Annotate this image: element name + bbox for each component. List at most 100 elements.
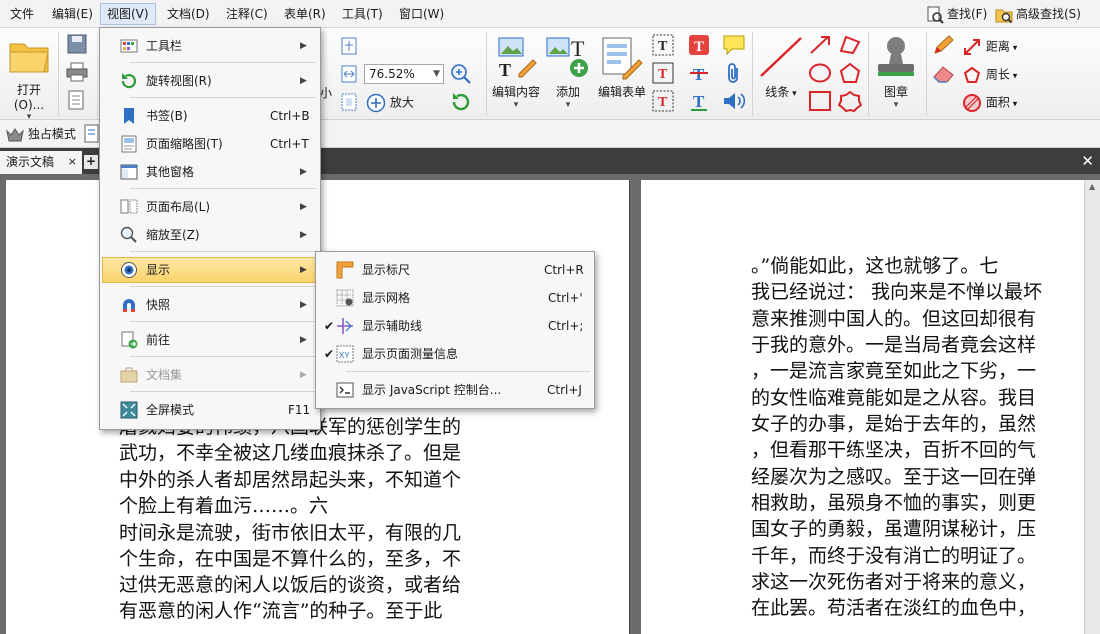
polygon-tool-icon[interactable]	[838, 62, 862, 84]
menu-file[interactable]: 文件	[4, 3, 40, 25]
distance-tool[interactable]: 距离 ▾	[962, 37, 1017, 57]
edit-form-button[interactable]: 编辑表单	[596, 34, 648, 100]
text-line: 求这一次死伤者对于将来的意义，	[751, 571, 1037, 593]
search-button[interactable]: 查找(F)	[926, 3, 987, 25]
menu-item-rotate-view[interactable]: 旋转视图(R) ▶	[102, 68, 318, 94]
typewriter-icon[interactable]: T	[652, 90, 674, 112]
scroll-up-icon[interactable]: ▲	[1089, 182, 1095, 191]
menu-item-bookmarks[interactable]: 书签(B) Ctrl+B	[102, 103, 318, 129]
menu-item-page-layout[interactable]: 页面布局(L) ▶	[102, 194, 318, 220]
menu-item-show-js-console[interactable]: 显示 JavaScript 控制台... Ctrl+J	[318, 377, 592, 403]
menu-form[interactable]: 表单(R)	[278, 3, 332, 25]
rotate-clockwise-icon[interactable]	[450, 91, 472, 113]
thumbnails-icon	[121, 135, 137, 153]
zoom-select[interactable]: 76.52% ▼	[364, 64, 444, 84]
area-tool[interactable]: 面积 ▾	[962, 93, 1017, 113]
stamp-button[interactable]: 图章 ▾	[870, 34, 922, 110]
polyline-tool-icon[interactable]	[838, 34, 862, 56]
arrow-tool-icon[interactable]	[808, 34, 832, 56]
ribbon-divider	[868, 32, 869, 116]
vertical-scrollbar[interactable]: ▲	[1084, 180, 1100, 634]
fit-page-icon[interactable]	[340, 36, 358, 56]
zoom-in-button[interactable]: 放大	[366, 93, 414, 113]
menu-item-snapshot[interactable]: 快照 ▶	[102, 292, 318, 318]
perimeter-icon	[963, 66, 981, 83]
menu-tools[interactable]: 工具(T)	[336, 3, 389, 25]
submenu-arrow-icon: ▶	[300, 370, 307, 380]
menu-item-show-measure-info[interactable]: ✔ XY 显示页面测量信息	[318, 341, 592, 367]
new-tab-button[interactable]: +	[84, 155, 98, 169]
sound-icon[interactable]	[722, 90, 746, 112]
search-doc-icon	[927, 6, 944, 24]
menu-comment[interactable]: 注释(C)	[220, 3, 274, 25]
zoom-magnifier-icon[interactable]	[450, 63, 472, 85]
menu-item-show-guides[interactable]: ✔ 显示辅助线 Ctrl+;	[318, 313, 592, 339]
text-line: 时间永是流驶，街市依旧太平，有限的几	[119, 522, 462, 544]
menu-separator	[346, 371, 590, 372]
ribbon-divider	[58, 32, 59, 116]
page-layout-icon	[120, 199, 138, 214]
open-button[interactable]: 打开(O)... ▾	[4, 36, 54, 122]
menu-separator	[130, 391, 316, 392]
svg-text:T: T	[658, 39, 668, 54]
select-text-icon[interactable]: T	[652, 34, 674, 56]
edit-form-icon	[602, 37, 643, 80]
cloud-tool-icon[interactable]	[838, 90, 862, 112]
fit-visible-icon[interactable]	[340, 92, 358, 112]
properties-icon[interactable]	[66, 90, 88, 110]
document-settings-icon[interactable]	[84, 124, 100, 144]
edit-content-button[interactable]: T 编辑内容 ▾	[490, 34, 542, 110]
perimeter-tool[interactable]: 周长 ▾	[962, 65, 1017, 85]
pencil-icon[interactable]	[932, 34, 956, 56]
save-icon[interactable]	[66, 34, 88, 54]
text-line: 过供无恶意的闲人以饭后的谈资，或者给	[119, 574, 462, 596]
menu-item-go-to[interactable]: 前往 ▶	[102, 327, 318, 353]
menu-item-show-grid[interactable]: 显示网格 Ctrl+'	[318, 285, 592, 311]
underline-icon[interactable]: T	[688, 90, 710, 112]
grid-icon	[336, 289, 354, 307]
stamp-dropdown[interactable]: ▾	[870, 100, 922, 110]
text-box-icon[interactable]: T	[652, 62, 674, 84]
svg-text:T: T	[693, 92, 705, 111]
print-icon[interactable]	[66, 62, 88, 82]
tab-presentation[interactable]: 演示文稿 ×	[0, 151, 82, 174]
note-icon[interactable]	[722, 34, 746, 56]
add-button[interactable]: T 添加 ▾	[544, 34, 592, 110]
lines-button[interactable]: 线条 ▾	[756, 34, 806, 100]
advanced-search-button[interactable]: 高级查找(S)	[995, 3, 1081, 25]
fit-width-icon[interactable]	[340, 64, 358, 84]
menu-item-display[interactable]: 显示 ▶	[102, 257, 318, 283]
menu-separator	[130, 188, 316, 189]
attachment-icon[interactable]	[724, 62, 744, 84]
menu-window[interactable]: 窗口(W)	[393, 3, 450, 25]
submenu-arrow-icon: ▶	[300, 335, 307, 345]
briefcase-icon	[120, 367, 138, 383]
guides-icon	[337, 318, 353, 334]
menu-document[interactable]: 文档(D)	[161, 3, 216, 25]
menu-edit[interactable]: 编辑(E)	[46, 3, 99, 25]
close-document-icon[interactable]: ✕	[1081, 152, 1094, 170]
svg-text:T: T	[571, 36, 585, 61]
exclusive-mode-button[interactable]: 独占模式	[6, 125, 76, 143]
menu-item-other-panes[interactable]: 其他窗格 ▶	[102, 159, 318, 185]
svg-text:T: T	[658, 67, 668, 82]
strikeout-icon[interactable]: T	[688, 62, 710, 84]
close-tab-icon[interactable]: ×	[68, 151, 77, 173]
menu-item-full-screen[interactable]: 全屏模式 F11	[102, 397, 318, 423]
ellipse-tool-icon[interactable]	[808, 62, 832, 84]
menu-separator	[130, 321, 316, 322]
menu-item-toolbar[interactable]: 工具栏 ▶	[102, 33, 318, 59]
menu-item-show-ruler[interactable]: 显示标尺 Ctrl+R	[318, 257, 592, 283]
rectangle-tool-icon[interactable]	[808, 90, 832, 112]
menu-item-zoom-to[interactable]: 缩放至(Z) ▶	[102, 222, 318, 248]
edit-content-dropdown[interactable]: ▾	[490, 100, 542, 110]
menu-view[interactable]: 视图(V)	[100, 3, 156, 25]
xy-measure-icon: XY	[336, 345, 354, 363]
add-dropdown[interactable]: ▾	[544, 100, 592, 110]
svg-text:T: T	[694, 39, 704, 55]
text-line: ，但看那干练坚决，百折不回的气	[751, 439, 1037, 461]
text-line: 在此罢。苟活者在淡红的血色中，	[751, 597, 1037, 619]
eraser-icon[interactable]	[932, 62, 956, 84]
highlight-text-icon[interactable]: T	[688, 34, 710, 56]
menu-item-page-thumbnails[interactable]: 页面缩略图(T) Ctrl+T	[102, 131, 318, 157]
